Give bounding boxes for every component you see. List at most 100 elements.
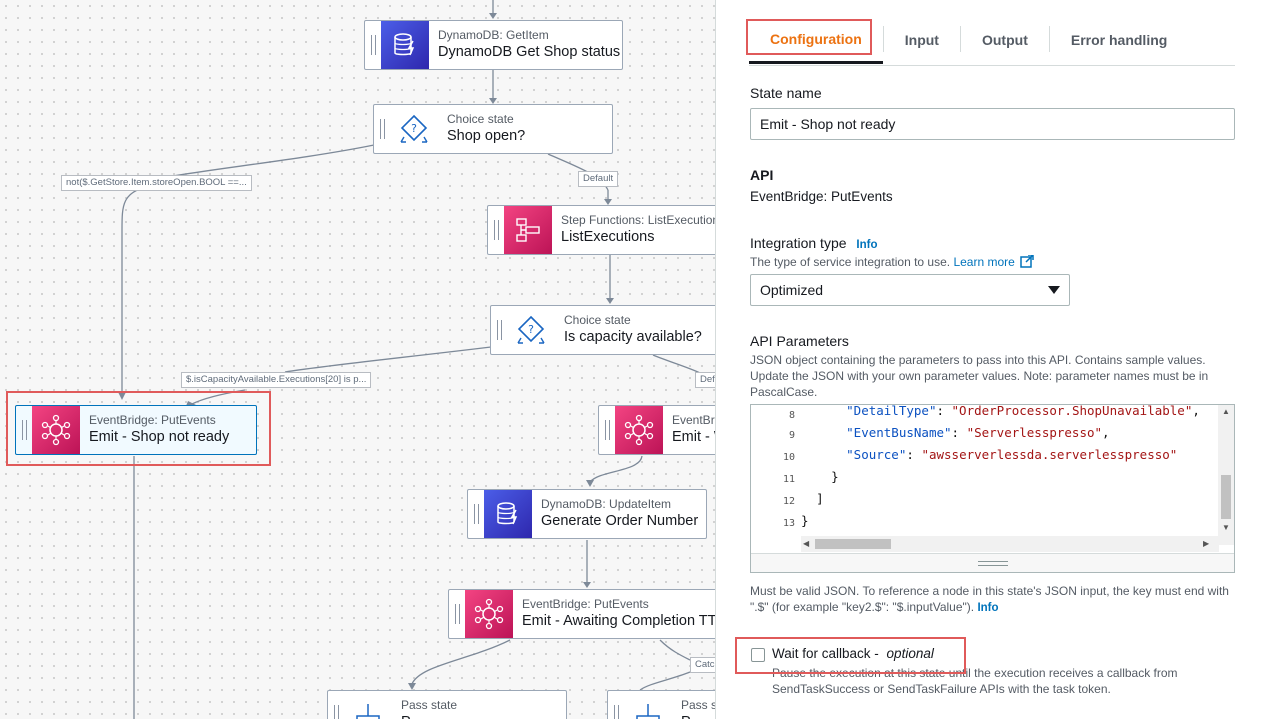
scroll-right-icon[interactable]: ▶	[1203, 539, 1209, 548]
code-area[interactable]: "DetailType": "OrderProcessor.ShopUnavai…	[801, 405, 1219, 545]
drag-handle-icon[interactable]	[608, 691, 624, 719]
node-shop-open[interactable]: ? Choice state Shop open?	[373, 104, 613, 154]
node-pass-state-2[interactable]: Pass st P	[607, 690, 715, 719]
node-emit-shop-not-ready[interactable]: EventBridge: PutEvents Emit - Shop not r…	[15, 405, 257, 455]
dynamodb-icon	[484, 490, 532, 538]
svg-text:?: ?	[528, 323, 534, 336]
json-value: "awsserverlessda.serverlesspresso"	[921, 447, 1178, 462]
code-line: "EventBusName": "Serverlesspresso",	[846, 425, 1110, 440]
api-value: EventBridge: PutEvents	[750, 189, 893, 204]
editor-resize-handle[interactable]	[751, 553, 1234, 572]
drag-handle-icon[interactable]	[449, 590, 465, 638]
chevron-down-icon	[1048, 286, 1060, 294]
horizontal-scrollbar[interactable]: ◀ ▶	[801, 536, 1219, 552]
integration-type-label: Integration type Info	[750, 235, 877, 251]
line-number-gutter: 8 9 10 11 12 13	[751, 405, 801, 545]
edge-label-catch[interactable]: Catc	[690, 657, 715, 673]
integration-type-select[interactable]: Optimized	[750, 274, 1070, 306]
drag-handle-icon[interactable]	[488, 206, 504, 254]
node-type: DynamoDB: UpdateItem	[541, 497, 672, 511]
code-line: "DetailType": "OrderProcessor.ShopUnavai…	[846, 405, 1200, 418]
node-pass-state-1[interactable]: Pass state P	[327, 690, 567, 719]
learn-more-link[interactable]: Learn more	[953, 255, 1014, 269]
json-validation-note: Must be valid JSON. To reference a node …	[750, 583, 1229, 616]
node-emit-right[interactable]: EventBri Emit - W	[598, 405, 715, 455]
wait-for-callback-description: Pause the execution at this state until …	[772, 665, 1178, 697]
node-type: Pass st	[681, 698, 715, 712]
tab-configuration[interactable]: Configuration	[749, 16, 883, 64]
wait-for-callback-label[interactable]: Wait for callback - optional	[772, 646, 934, 661]
edge-label-default[interactable]: Default	[578, 171, 619, 187]
line-number: 11	[782, 474, 795, 485]
code-line: "Source": "awsserverlessda.serverlesspre…	[846, 447, 1178, 462]
drag-handle-icon[interactable]	[599, 406, 615, 454]
drag-handle-icon[interactable]	[328, 691, 344, 719]
choice-icon: ?	[507, 306, 555, 354]
api-params-desc-line: JSON object containing the parameters to…	[750, 353, 1206, 367]
callback-label-text: Wait for callback -	[772, 646, 879, 661]
edge-label-capacity[interactable]: $.isCapacityAvailable.Executions[20] is …	[181, 372, 372, 388]
scroll-down-icon[interactable]: ▼	[1222, 523, 1230, 532]
eventbridge-icon	[32, 406, 80, 454]
drag-handle-icon[interactable]	[365, 21, 381, 69]
node-name: Emit - Awaiting Completion TT	[522, 613, 715, 629]
drag-handle-icon[interactable]	[468, 490, 484, 538]
node-name: Generate Order Number	[541, 513, 699, 529]
integration-type-value: Optimized	[760, 282, 824, 298]
dynamodb-icon	[381, 21, 429, 69]
scrollbar-thumb[interactable]	[815, 539, 891, 549]
workflow-canvas[interactable]: not($.GetStore.Item.storeOpen.BOOL ==...…	[0, 0, 715, 719]
pass-state-icon	[344, 691, 392, 719]
drag-handle-icon[interactable]	[16, 406, 32, 454]
svg-text:?: ?	[411, 122, 417, 135]
line-number: 9	[788, 430, 795, 441]
line-number: 8	[788, 410, 795, 421]
callback-desc-line: SendTaskSuccess or SendTaskFailure APIs …	[772, 682, 1111, 696]
node-name: ListExecutions	[561, 229, 655, 245]
state-name-label: State name	[750, 85, 822, 101]
node-name: DynamoDB Get Shop status	[438, 44, 621, 60]
node-generate-order-number[interactable]: DynamoDB: UpdateItem Generate Order Numb…	[467, 489, 707, 539]
node-get-shop-status[interactable]: DynamoDB: GetItem DynamoDB Get Shop stat…	[364, 20, 623, 70]
vertical-scrollbar[interactable]: ▲ ▼	[1218, 405, 1234, 545]
line-number: 12	[782, 496, 795, 507]
api-parameters-label: API Parameters	[750, 333, 849, 349]
line-number: 10	[782, 452, 795, 463]
node-type: EventBridge: PutEvents	[89, 413, 216, 427]
json-note-line: Must be valid JSON. To reference a node …	[750, 584, 1229, 598]
state-name-input[interactable]: Emit - Shop not ready	[750, 108, 1235, 140]
node-list-executions[interactable]: Step Functions: ListExecution ListExecut…	[487, 205, 715, 255]
node-name: Emit - Shop not ready	[89, 429, 230, 445]
info-link[interactable]: Info	[977, 602, 998, 614]
node-type: Choice state	[447, 112, 514, 126]
line-number: 13	[782, 518, 795, 529]
integration-type-description: The type of service integration to use. …	[750, 254, 1034, 270]
node-emit-awaiting-completion[interactable]: EventBridge: PutEvents Emit - Awaiting C…	[448, 589, 715, 639]
json-key: "EventBusName"	[846, 425, 952, 440]
wait-for-callback-checkbox[interactable]	[751, 648, 765, 662]
node-type: Pass state	[401, 698, 458, 712]
optional-text: optional	[886, 646, 934, 661]
tab-output[interactable]: Output	[961, 16, 1049, 64]
edge-label-default-2[interactable]: Def	[695, 372, 715, 388]
json-value: "Serverlesspresso"	[966, 425, 1103, 440]
eventbridge-icon	[615, 406, 663, 454]
edge-label-not-open[interactable]: not($.GetStore.Item.storeOpen.BOOL ==...	[61, 175, 252, 191]
callback-desc-line: Pause the execution at this state until …	[772, 666, 1178, 680]
json-editor[interactable]: 8 9 10 11 12 13 "DetailType": "OrderProc…	[750, 404, 1235, 573]
json-brace: }	[801, 513, 809, 528]
tab-input[interactable]: Input	[884, 16, 960, 64]
tab-error-handling[interactable]: Error handling	[1050, 16, 1188, 64]
tab-bar: Configuration Input Output Error handlin…	[749, 16, 1235, 66]
resize-grip-icon	[977, 561, 1008, 566]
node-capacity-available[interactable]: ? Choice state Is capacity available?	[490, 305, 715, 355]
drag-handle-icon[interactable]	[491, 306, 507, 354]
json-value: "OrderProcessor.ShopUnavailable"	[951, 405, 1193, 418]
drag-handle-icon[interactable]	[374, 105, 390, 153]
scroll-up-icon[interactable]: ▲	[1222, 407, 1230, 416]
scrollbar-thumb[interactable]	[1221, 475, 1231, 519]
external-link-icon[interactable]	[1020, 254, 1034, 268]
json-key: "Source"	[846, 447, 907, 462]
scroll-left-icon[interactable]: ◀	[803, 539, 809, 548]
info-link[interactable]: Info	[856, 239, 877, 251]
